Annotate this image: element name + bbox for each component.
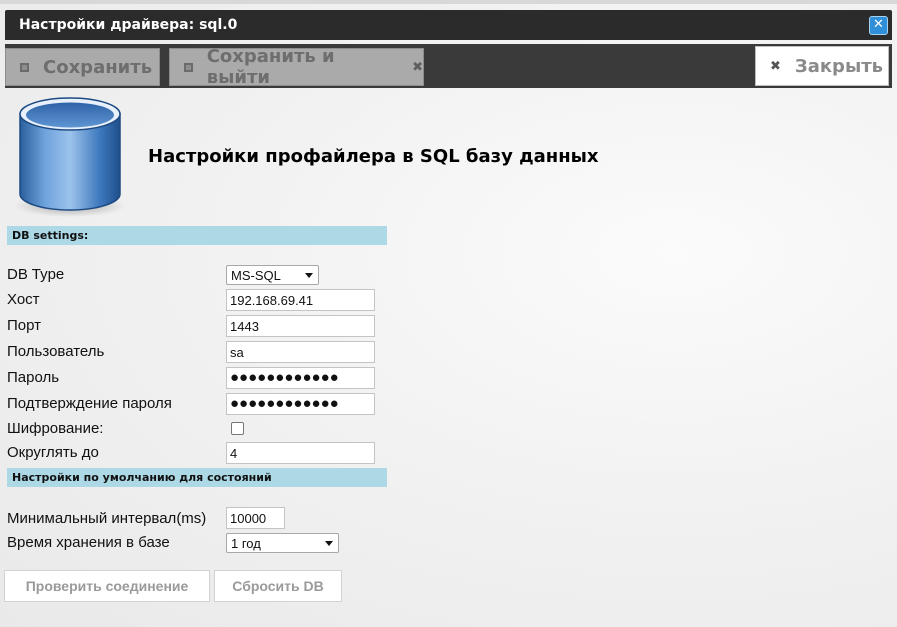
password-confirm-label: Подтверждение пароля xyxy=(7,395,172,412)
save-and-exit-button[interactable]: Сохранить и выйти ✖ xyxy=(169,46,424,88)
encryption-checkbox[interactable] xyxy=(231,422,244,435)
encryption-label: Шифрование: xyxy=(7,420,104,437)
close-icon[interactable]: ✕ xyxy=(869,16,888,35)
window-title: Настройки драйвера: sql.0 xyxy=(19,17,238,33)
section-header-db-settings: DB settings: xyxy=(7,226,387,245)
close-small-icon: ✖ xyxy=(412,59,423,75)
retention-value: 1 год xyxy=(231,536,261,551)
save-button[interactable]: Сохранить xyxy=(5,48,160,86)
settings-dialog: Настройки драйвера: sql.0 ✕ Сохранить Со… xyxy=(0,0,897,627)
password-confirm-input[interactable]: ●●●●●●●●●●●● xyxy=(226,393,375,415)
database-icon xyxy=(14,97,126,217)
db-type-value: MS-SQL xyxy=(231,268,281,283)
floppy-disk-icon xyxy=(20,62,29,72)
toolbar: Сохранить Сохранить и выйти ✖ ✖ Закрыть xyxy=(5,44,892,88)
title-bar: Настройки драйвера: sql.0 ✕ xyxy=(5,10,892,40)
port-label: Порт xyxy=(7,317,42,334)
min-interval-label: Минимальный интервал(ms) xyxy=(7,510,207,527)
password-label: Пароль xyxy=(7,369,60,386)
close-button[interactable]: ✖ Закрыть xyxy=(755,46,889,86)
save-button-label: Сохранить xyxy=(43,56,153,78)
floppy-disk-icon xyxy=(184,62,193,72)
retention-select[interactable]: 1 год xyxy=(226,533,339,553)
test-connection-button[interactable]: Проверить соединение xyxy=(4,570,210,602)
user-input[interactable]: sa xyxy=(226,341,375,363)
reset-db-button[interactable]: Сбросить DB xyxy=(214,570,342,602)
host-input[interactable]: 192.168.69.41 xyxy=(226,289,375,311)
page-title: Настройки профайлера в SQL базу данных xyxy=(148,146,599,167)
retention-label: Время хранения в базе xyxy=(7,534,170,551)
close-small-icon: ✖ xyxy=(770,58,781,74)
save-and-exit-button-label: Сохранить и выйти xyxy=(206,46,335,88)
round-label: Округлять до xyxy=(7,444,99,461)
host-label: Хост xyxy=(7,291,40,308)
db-type-select[interactable]: MS-SQL xyxy=(226,265,319,285)
close-button-label: Закрыть xyxy=(794,55,884,77)
port-input[interactable]: 1443 xyxy=(226,315,375,337)
db-type-label: DB Type xyxy=(7,266,65,283)
password-input[interactable]: ●●●●●●●●●●●● xyxy=(226,367,375,389)
chevron-down-icon xyxy=(305,273,313,278)
chevron-down-icon xyxy=(325,541,333,546)
round-input[interactable]: 4 xyxy=(226,442,375,464)
user-label: Пользователь xyxy=(7,343,105,360)
section-header-state-defaults: Настройки по умолчанию для состояний xyxy=(7,468,387,487)
min-interval-input[interactable]: 10000 xyxy=(226,507,285,529)
